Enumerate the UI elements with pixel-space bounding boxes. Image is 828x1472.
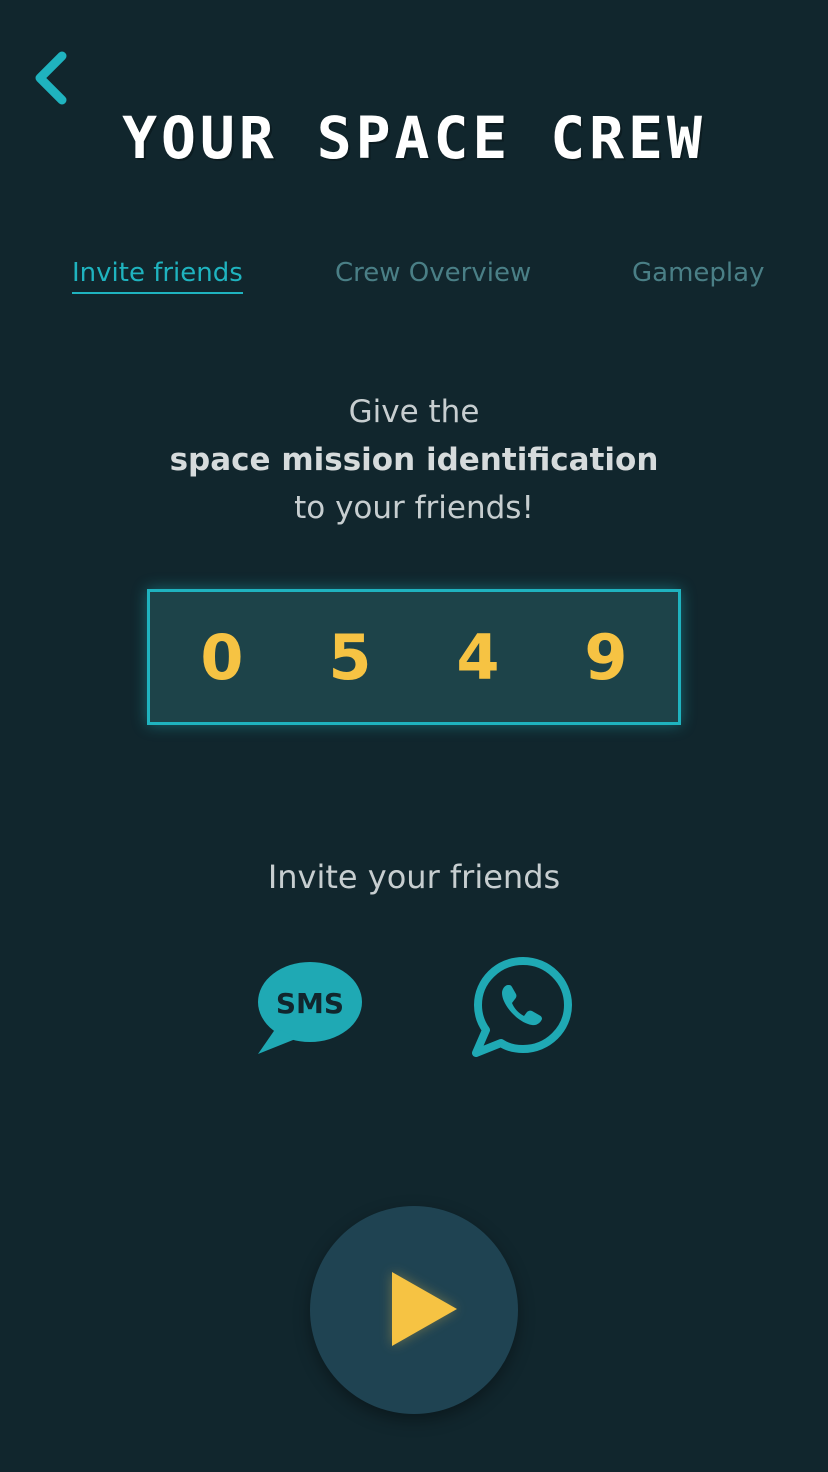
play-icon (392, 1272, 457, 1346)
code-digit: 9 (584, 620, 628, 694)
invite-label: Invite your friends (267, 858, 561, 896)
tab-crew-overview[interactable]: Crew Overview (335, 258, 531, 288)
code-digit: 0 (200, 620, 244, 694)
message-line-1: Give the (348, 394, 480, 430)
message-line-2: space mission identification (169, 442, 659, 478)
sms-bubble-icon: SMS (258, 962, 362, 1054)
sms-share-button[interactable]: SMS (254, 958, 366, 1056)
back-button[interactable] (28, 46, 80, 110)
code-digit: 5 (328, 620, 372, 694)
whatsapp-share-button[interactable] (470, 955, 576, 1057)
page-title: YOUR SPACE CREW (122, 104, 706, 172)
space-crew-screen: YOUR SPACE CREW Invite friends Crew Over… (0, 0, 828, 1472)
tab-invite-friends[interactable]: Invite friends (72, 258, 243, 294)
mission-code-display: 0 5 4 9 (147, 589, 681, 725)
instruction-message: Give the space mission identification to… (0, 388, 828, 532)
whatsapp-icon (472, 957, 572, 1057)
code-digit: 4 (456, 620, 500, 694)
message-line-3: to your friends! (294, 490, 534, 526)
tab-gameplay[interactable]: Gameplay (632, 258, 764, 288)
play-button[interactable] (310, 1206, 518, 1414)
sms-label: SMS (276, 987, 344, 1020)
tab-bar: Invite friends Crew Overview Gameplay (0, 258, 828, 308)
chevron-left-icon (35, 51, 67, 105)
